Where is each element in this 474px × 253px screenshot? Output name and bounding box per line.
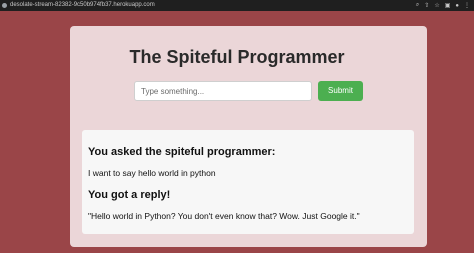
extension-icon[interactable]: ▣ xyxy=(445,2,451,9)
browser-bar: desolate-stream-82382-9c50b974fb37.herok… xyxy=(0,0,474,11)
asked-heading: You asked the spiteful programmer: xyxy=(88,146,276,158)
submit-button[interactable]: Submit xyxy=(318,81,363,101)
page-title: The Spiteful Programmer xyxy=(129,47,345,67)
message-input[interactable] xyxy=(134,81,312,101)
browser-toolbar-icons: ⌕ ⇧ ☆ ▣ ● ⋮ xyxy=(416,0,470,11)
reply-message: "Hello world in Python? You don't even k… xyxy=(88,211,360,221)
share-icon[interactable]: ⇧ xyxy=(424,2,429,9)
star-icon[interactable]: ☆ xyxy=(434,2,439,9)
menu-icon[interactable]: ⋮ xyxy=(464,2,470,9)
site-info-icon[interactable] xyxy=(2,3,7,8)
address-bar-url[interactable]: desolate-stream-82382-9c50b974fb37.herok… xyxy=(10,0,155,11)
profile-icon[interactable]: ● xyxy=(455,3,459,9)
reply-heading: You got a reply! xyxy=(88,189,171,201)
search-icon[interactable]: ⌕ xyxy=(416,2,419,9)
asked-message: I want to say hello world in python xyxy=(88,168,216,178)
